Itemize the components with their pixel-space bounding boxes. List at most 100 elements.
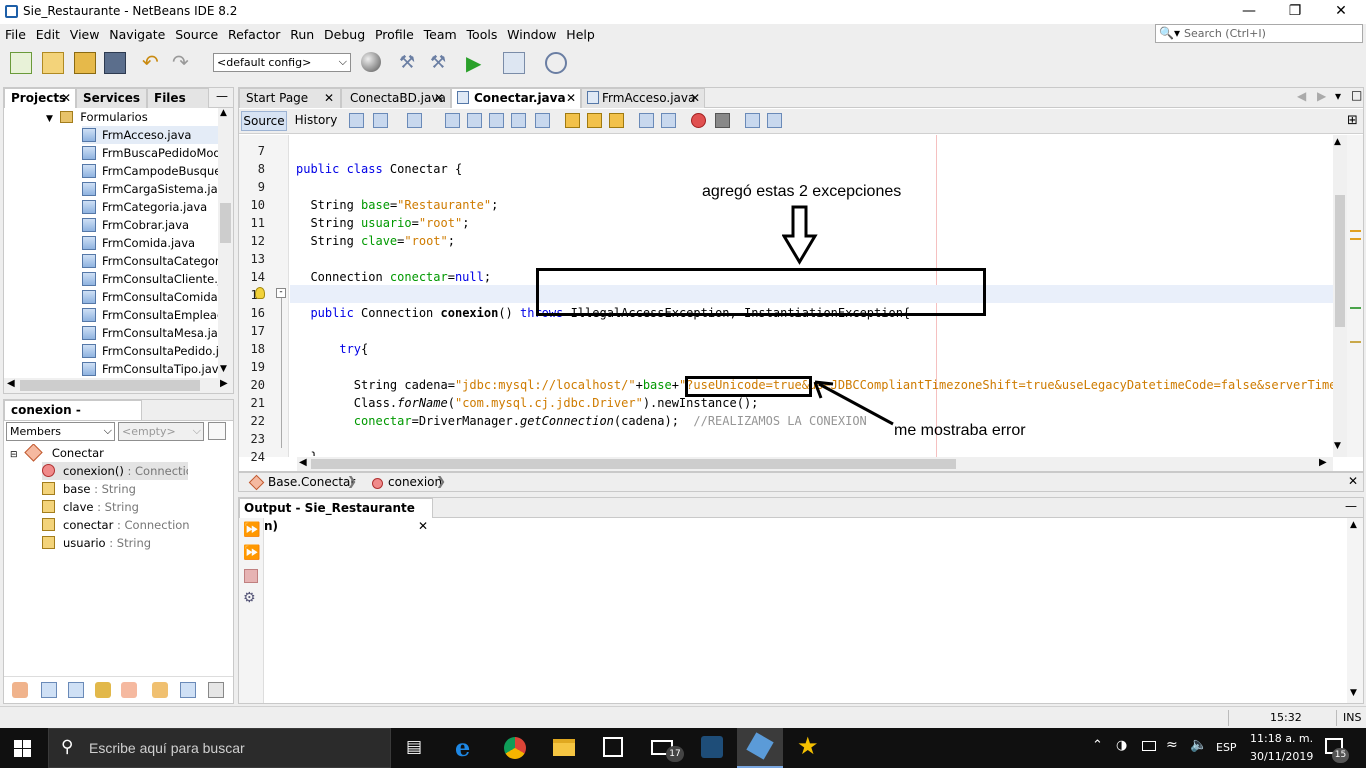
start-macro-icon[interactable] [691, 113, 706, 128]
scroll-up-icon[interactable]: ▲ [220, 108, 227, 118]
tab-scroll-left-icon[interactable]: ◀ [1297, 89, 1306, 103]
change-marker[interactable] [1350, 307, 1361, 309]
hint-bulb-icon[interactable] [255, 287, 265, 299]
collapse-icon[interactable]: ⊟ [10, 450, 18, 460]
file-item[interactable]: FrmConsultaComida.jav [82, 288, 218, 306]
warning-marker[interactable] [1350, 341, 1361, 343]
prev-bookmark-icon[interactable] [565, 113, 580, 128]
breadcrumb-method[interactable]: conexion [388, 475, 442, 489]
network-icon[interactable]: ◑ [1116, 738, 1127, 753]
minimize-panel-icon[interactable]: — [1345, 499, 1357, 513]
settings-icon[interactable]: ⚙ [243, 590, 256, 606]
config-select[interactable]: <default config> ⌵ [213, 53, 351, 72]
tab-output[interactable]: Output - Sie_Restaurante (run)✕ [239, 498, 433, 533]
empty-filter-select[interactable]: <empty> ⌵ [118, 422, 204, 441]
minimize-panel-icon[interactable]: — [216, 89, 228, 103]
history-tab[interactable]: History [291, 111, 341, 131]
split-editor-icon[interactable]: ⊞ [1347, 113, 1358, 128]
scroll-up-icon[interactable]: ▲ [1350, 520, 1357, 530]
profile-icon[interactable] [545, 52, 567, 74]
file-item[interactable]: FrmComida.java [82, 234, 218, 252]
close-icon[interactable]: ✕ [418, 517, 428, 535]
scrollbar-thumb[interactable] [1335, 195, 1345, 327]
breadcrumb-class[interactable]: Base.Conectar [268, 475, 355, 489]
menu-profile[interactable]: Profile [372, 24, 417, 45]
close-icon[interactable]: ✕ [434, 89, 444, 107]
new-project-icon[interactable] [42, 52, 64, 74]
mysql-workbench-icon[interactable] [701, 736, 723, 758]
close-icon[interactable]: ✕ [324, 89, 334, 107]
last-edit-icon[interactable] [349, 113, 364, 128]
tab-start-page[interactable]: Start Page ✕ [239, 88, 341, 108]
back-icon[interactable] [373, 113, 388, 128]
wifi-icon[interactable]: ≈ [1166, 737, 1178, 753]
tab-services[interactable]: Services [76, 88, 147, 108]
file-item[interactable]: FrmCategoria.java [82, 198, 218, 216]
fqn-icon[interactable] [152, 682, 168, 698]
toggle-bookmark-icon[interactable] [609, 113, 624, 128]
file-explorer-icon[interactable] [553, 739, 575, 756]
volume-icon[interactable]: 🔈 [1190, 737, 1207, 753]
build-target-icon[interactable] [361, 52, 381, 72]
forward-icon[interactable] [407, 113, 422, 128]
tab-conectar[interactable]: Conectar.java ✕ [451, 88, 581, 108]
menu-help[interactable]: Help [563, 24, 598, 45]
scroll-left-icon[interactable]: ◀ [299, 457, 307, 468]
menu-team[interactable]: Team [421, 24, 460, 45]
menu-edit[interactable]: Edit [33, 24, 63, 45]
file-item[interactable]: FrmConsultaEmpleado.j [82, 306, 218, 324]
store-icon[interactable] [603, 737, 623, 757]
file-item[interactable]: FrmAcceso.java [82, 126, 218, 144]
hammer-icon[interactable]: ⚒ [399, 52, 421, 74]
file-item[interactable]: FrmConsultaTipo.java [82, 360, 218, 378]
tab-projects[interactable]: Projects ✕ [4, 88, 76, 108]
star-app-icon[interactable]: ★ [797, 732, 819, 760]
member-item[interactable]: conectar : Connection [42, 516, 232, 534]
scroll-down-icon[interactable]: ▼ [1334, 441, 1341, 451]
menu-navigate[interactable]: Navigate [106, 24, 168, 45]
static-filter-icon[interactable] [68, 682, 84, 698]
find-prev-icon[interactable] [467, 113, 482, 128]
tab-frmacceso[interactable]: FrmAcceso.java ✕ [581, 88, 705, 108]
comment-icon[interactable] [745, 113, 760, 128]
sort-by-name-icon[interactable] [180, 682, 196, 698]
close-icon[interactable]: ✕ [566, 89, 576, 107]
maximize-button[interactable]: ❐ [1272, 0, 1318, 24]
file-item[interactable]: FrmConsultaCliente.jav [82, 270, 218, 288]
clock-time[interactable]: 11:18 a. m. [1250, 732, 1313, 745]
start-button[interactable] [14, 740, 31, 757]
run-icon[interactable]: ▶ [466, 52, 488, 74]
taskbar-search[interactable]: ⚲ Escribe aquí para buscar [48, 728, 391, 768]
editor-vertical-scrollbar[interactable]: ▲ ▼ [1333, 135, 1347, 457]
file-item[interactable]: FrmCampodeBusquedal [82, 162, 218, 180]
maximize-editor-icon[interactable]: □ [1351, 88, 1362, 102]
file-item[interactable]: FrmConsultaMesa.java [82, 324, 218, 342]
scroll-right-icon[interactable]: ▶ [220, 378, 228, 389]
uncomment-icon[interactable] [767, 113, 782, 128]
find-next-icon[interactable] [489, 113, 504, 128]
scrollbar-thumb[interactable] [311, 459, 956, 469]
close-icon[interactable]: ✕ [690, 89, 700, 107]
next-bookmark-icon[interactable] [587, 113, 602, 128]
scroll-right-icon[interactable]: ▶ [1319, 457, 1327, 468]
clock-date[interactable]: 30/11/2019 [1250, 750, 1313, 763]
tab-scroll-right-icon[interactable]: ▶ [1317, 89, 1326, 103]
menu-source[interactable]: Source [172, 24, 221, 45]
expand-icon[interactable]: ▼ [46, 114, 53, 124]
file-item[interactable]: FrmCobrar.java [82, 216, 218, 234]
tab-navigator[interactable]: conexion - Navigator✕ [4, 400, 142, 435]
menu-refactor[interactable]: Refactor [225, 24, 283, 45]
tab-conectabd[interactable]: ConectaBD.java ✕ [341, 88, 451, 108]
tree-folder-formularios[interactable]: ▼ Formularios [46, 108, 148, 126]
toggle-highlight-icon[interactable] [511, 113, 526, 128]
menu-tools[interactable]: Tools [464, 24, 501, 45]
shift-left-icon[interactable] [639, 113, 654, 128]
member-item[interactable]: conexion() : Connection [42, 462, 188, 480]
nav-class-node[interactable]: ⊟ Conectar [10, 444, 104, 462]
source-tab[interactable]: Source [241, 111, 287, 131]
debug-icon[interactable] [503, 52, 525, 74]
menu-run[interactable]: Run [287, 24, 317, 45]
fold-icon[interactable]: - [276, 288, 286, 298]
battery-icon[interactable] [1142, 741, 1156, 751]
netbeans-taskbar-button[interactable] [737, 728, 783, 768]
